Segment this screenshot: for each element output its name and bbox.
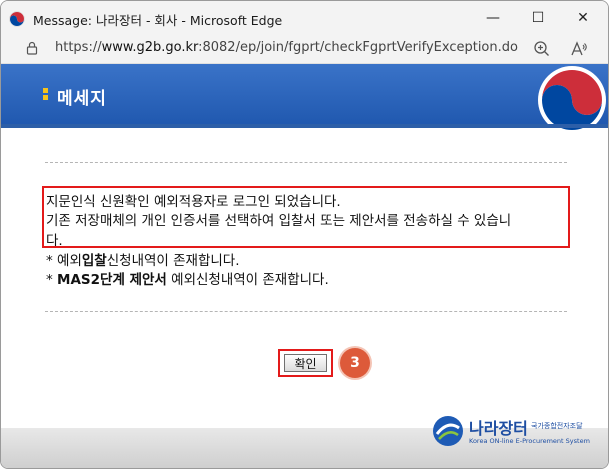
item2-suffix: 예외신청내역이 존재합니다. (166, 272, 329, 288)
url-domain: www.g2b.go.kr (101, 40, 199, 55)
footer-logo-subtext: 국가종합전자조달 (531, 422, 583, 430)
url-text[interactable]: https://www.g2b.go.kr:8082/ep/join/fgprt… (55, 40, 518, 55)
ok-button-highlight: 확인 (278, 349, 333, 377)
message-item-bid: * 예외입찰신청내역이 존재합니다. (46, 249, 240, 269)
minimize-button[interactable]: — (470, 1, 516, 35)
close-icon: ✕ (577, 10, 589, 26)
address-bar[interactable]: https://www.g2b.go.kr:8082/ep/join/fgprt… (1, 35, 608, 64)
message-item-mas2: * MAS2단계 제안서 예외신청내역이 존재합니다. (46, 268, 329, 288)
zoom-icon[interactable] (532, 39, 552, 59)
narajangteo-logo-icon (433, 416, 463, 446)
banner-stripe (1, 124, 608, 128)
korea-emblem-icon (9, 11, 25, 27)
message-highlight-box (42, 186, 570, 248)
title-bar: Message: 나라장터 - 회사 - Microsoft Edge — ☐ … (1, 1, 608, 35)
url-path: :8082/ep/join/fgprt/checkFgprtVerifyExce… (198, 40, 518, 55)
close-button[interactable]: ✕ (560, 1, 606, 35)
minimize-icon: — (486, 10, 500, 26)
item1-suffix: 신청내역이 존재합니다. (106, 253, 240, 269)
browser-window: Message: 나라장터 - 회사 - Microsoft Edge — ☐ … (0, 0, 609, 469)
maximize-icon: ☐ (531, 10, 545, 26)
footer-logo: 나라장터 국가종합전자조달 Korea ON-line E-Procuremen… (431, 412, 601, 452)
item2-bold: MAS2단계 제안서 (57, 272, 167, 288)
window-title: Message: 나라장터 - 회사 - Microsoft Edge (33, 13, 283, 28)
top-divider (45, 162, 567, 163)
bottom-divider (45, 311, 567, 312)
footer-logo-text: 나라장터 (469, 419, 528, 438)
footer-logo-english: Korea ON-line E-Procurement System (469, 437, 590, 445)
lock-icon[interactable] (25, 41, 39, 55)
maximize-button[interactable]: ☐ (515, 1, 561, 35)
page-title: 메세지 (57, 89, 107, 109)
item1-bold: 입찰 (81, 253, 107, 269)
step-badge: 3 (340, 348, 370, 378)
page-banner: 메세지 (1, 64, 608, 134)
url-scheme: https:// (55, 40, 102, 55)
item1-prefix: * 예외 (46, 253, 82, 269)
read-aloud-icon[interactable] (569, 39, 589, 59)
banner-bullet-icon (43, 88, 48, 106)
item2-prefix: * (46, 272, 58, 288)
ok-button[interactable]: 확인 (284, 354, 327, 372)
